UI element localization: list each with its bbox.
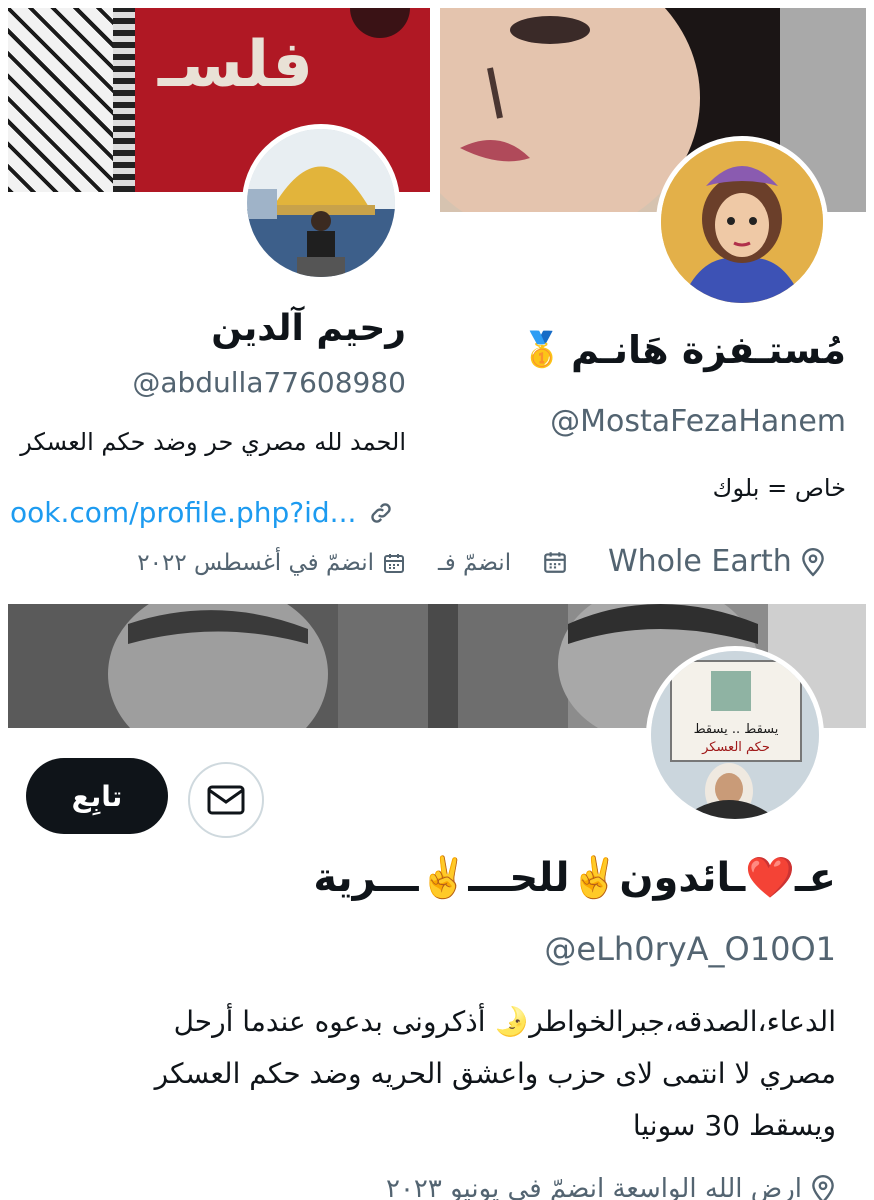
profile-card-left: فلسـ رحيم آلدين @abdulla77608980 الحمد ل…	[0, 0, 430, 600]
bio: خاص = بلوك	[712, 474, 846, 502]
avatar-protest-sign-image: يسقط .. يسقط حكم العسكر	[651, 651, 819, 819]
bio-line: الدعاء،الصدقه،جبرالخواطر🌛 أذكرونى بدعوه …	[173, 1005, 836, 1038]
gold-medal-icon: 🥇	[520, 330, 563, 370]
website-link-text[interactable]: ook.com/profile.php?id...	[10, 496, 356, 529]
website-link[interactable]: ook.com/profile.php?id...	[10, 496, 394, 529]
message-button[interactable]	[188, 762, 264, 838]
bio: الحمد لله مصري حر وضد حكم العسكر	[20, 428, 406, 456]
joined-date-text: انضمّ في أغسطس ٢٠٢٢	[137, 550, 374, 576]
avatar[interactable]: يسقط .. يسقط حكم العسكر	[646, 646, 824, 824]
display-name: عـ❤️ـائدون✌️للحـــ✌️ـــرية	[313, 855, 836, 901]
display-name: رحيم آلدين	[211, 308, 406, 349]
handle: @MostaFezaHanem	[550, 404, 846, 439]
banner-dark-corner	[350, 8, 410, 38]
envelope-icon	[207, 785, 245, 815]
profile-card-right: مُستـفزة هَانـم 🥇 @MostaFezaHanem خاص = …	[432, 0, 874, 600]
location-text: Whole Earth	[608, 544, 792, 579]
follow-button[interactable]: تابِع	[26, 758, 168, 834]
location-pin-icon	[810, 1174, 836, 1200]
avatar[interactable]	[242, 124, 400, 282]
calendar-icon	[542, 549, 568, 575]
keffiyeh-pattern	[8, 8, 113, 192]
sign-text-1: يسقط .. يسقط	[694, 722, 779, 737]
joined-date: انضمّ في أغسطس ٢٠٢٢	[137, 550, 406, 576]
location-pin-icon	[800, 547, 826, 577]
calendar-icon	[382, 551, 406, 575]
avatar[interactable]	[656, 136, 828, 308]
sign-text-2: حكم العسكر	[701, 740, 770, 755]
display-name-text: مُستـفزة هَانـم	[570, 328, 846, 372]
avatar-cartoon-woman-image	[661, 141, 823, 303]
keffiyeh-edge	[113, 8, 135, 192]
link-icon	[368, 500, 394, 526]
bio-line: مصري لا انتمى لاى حزب واعشق الحريه وضد ح…	[154, 1057, 836, 1090]
location-and-joined-text: ارض الله الواسعة انضمّ في يونيو ٢٠٢٣	[385, 1174, 802, 1200]
joined-date-partial-text: انضمّ فـ	[438, 550, 512, 576]
bio-line: ويسقط 30 سونيا	[632, 1109, 836, 1142]
avatar-dome-of-rock-image	[247, 129, 395, 277]
profile-card-bottom: يسقط .. يسقط حكم العسكر تابِع عـ❤️ـائدون…	[0, 600, 874, 1200]
follow-button-label: تابِع	[71, 779, 123, 813]
display-name: مُستـفزة هَانـم 🥇	[521, 328, 846, 372]
handle: @eLh0ryA_O10O1	[544, 930, 836, 968]
location-and-joined: ارض الله الواسعة انضمّ في يونيو ٢٠٢٣	[386, 1174, 836, 1200]
handle: @abdulla77608980	[132, 366, 406, 399]
bio: الدعاء،الصدقه،جبرالخواطر🌛 أذكرونى بدعوه …	[36, 996, 836, 1152]
banner-text: فلسـ	[158, 28, 314, 102]
